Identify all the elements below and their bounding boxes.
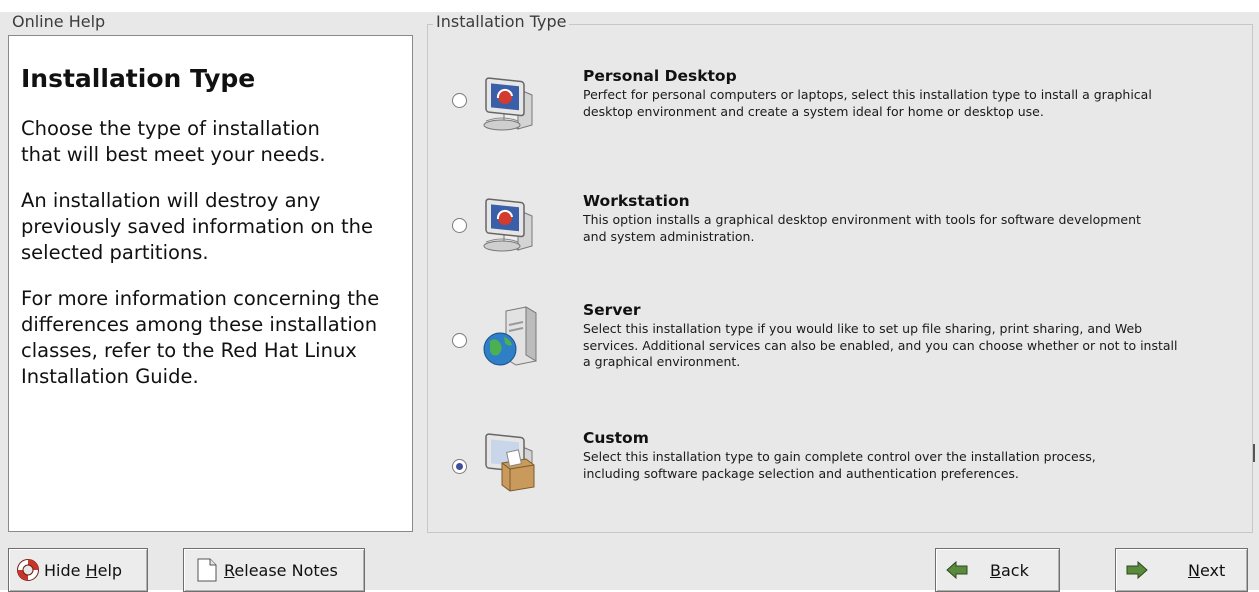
next-label-rest: ext (1199, 560, 1226, 580)
back-mnemonic: B (990, 560, 1001, 580)
radio-workstation[interactable] (452, 218, 467, 233)
personal-desktop-icon (483, 77, 533, 131)
release-notes-mnemonic: R (224, 560, 235, 580)
custom-package-icon (485, 433, 535, 492)
hide-help-label-rest: elp (97, 560, 123, 580)
option-description: Perfect for personal computers or laptop… (583, 87, 1152, 119)
help-paragraph: An installation will destroy any previou… (21, 189, 373, 264)
option-description: Select this installation type to gain co… (583, 449, 1096, 481)
next-button[interactable]: Next (1115, 548, 1248, 592)
option-personal-desktop[interactable]: Personal Desktop Perfect for personal co… (452, 67, 1232, 157)
option-title: Custom (583, 429, 649, 447)
help-title: Installation Type (21, 64, 256, 93)
option-description: This option installs a graphical desktop… (583, 212, 1141, 244)
hide-help-mnemonic: H (85, 560, 98, 580)
back-label-rest: ack (1000, 560, 1029, 580)
lifebuoy-icon (17, 559, 39, 581)
option-custom[interactable]: Custom Select this installation type to … (452, 429, 1232, 519)
installation-type-legend: Installation Type (433, 12, 570, 31)
option-description: Select this installation type if you wou… (583, 321, 1178, 369)
option-title: Server (583, 301, 641, 319)
release-notes-label-rest: elease Notes (234, 560, 338, 580)
option-title: Workstation (583, 192, 690, 210)
option-server[interactable]: Server Select this installation type if … (452, 301, 1232, 391)
arrow-left-icon (946, 561, 968, 579)
option-title: Personal Desktop (583, 67, 737, 85)
radio-server[interactable] (452, 333, 467, 348)
workstation-icon (483, 198, 533, 252)
help-paragraph: Choose the type of installation that wil… (21, 117, 326, 166)
hide-help-button[interactable]: Hide Help (8, 548, 148, 592)
next-mnemonic: N (1188, 560, 1200, 580)
server-icon (483, 306, 537, 366)
online-help-legend: Online Help (10, 12, 108, 31)
help-paragraph: For more information concerning the diff… (21, 287, 380, 388)
online-help-panel: Installation Type Choose the type of ins… (8, 35, 413, 532)
release-notes-button[interactable]: Release Notes (183, 548, 365, 592)
radio-personal-desktop[interactable] (452, 93, 467, 108)
document-icon (197, 558, 217, 582)
hide-help-label-prefix: Hide (44, 560, 86, 580)
installer-window: Installation Type Choose the type of ins… (0, 12, 1259, 592)
back-button[interactable]: Back (935, 548, 1060, 592)
option-workstation[interactable]: Workstation This option installs a graph… (452, 192, 1232, 282)
window-edge-mark (1253, 444, 1255, 462)
radio-custom[interactable] (452, 459, 467, 474)
arrow-right-icon (1126, 561, 1148, 579)
